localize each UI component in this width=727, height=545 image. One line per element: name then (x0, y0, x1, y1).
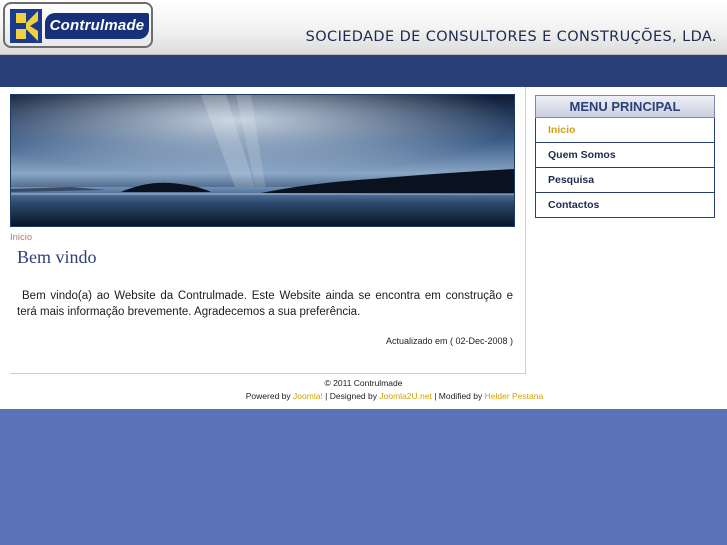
main-menu: MENU PRINCIPAL Inicio Quem Somos Pesquis… (535, 95, 715, 218)
logo-wordmark: Contrulmade (45, 13, 149, 39)
company-name: SOCIEDADE DE CONSULTORES E CONSTRUÇÕES, … (305, 29, 717, 45)
page-body: Inicio Bem vindo Bem vindo(a) ao Website… (0, 87, 727, 409)
page-title: Bem vindo (17, 247, 97, 267)
breadcrumb[interactable]: Inicio (10, 232, 32, 243)
nav-band (0, 55, 727, 87)
page-background (0, 409, 727, 545)
menu-item-contactos[interactable]: Contactos (535, 193, 715, 218)
joomla2u-link[interactable]: Joomla2U.net (379, 391, 431, 401)
footer: © 2011 Contrulmade Powered by Joomla! | … (0, 377, 727, 403)
last-updated: Actualizado em ( 02-Dec-2008 ) (385, 336, 513, 346)
site-header: Contrulmade SOCIEDADE DE CONSULTORES E C… (0, 0, 727, 55)
modified-by-label: | Modified by (434, 391, 483, 401)
logo-mark-icon (10, 9, 42, 43)
footer-copyright: © 2011 Contrulmade (324, 378, 403, 388)
powered-by-label: Powered by (245, 391, 291, 401)
menu-item-pesquisa[interactable]: Pesquisa (535, 168, 715, 193)
welcome-text: Bem vindo(a) ao Website da Contrulmade. … (17, 290, 513, 318)
designed-by-label: | Designed by (325, 391, 377, 401)
menu-header: MENU PRINCIPAL (535, 95, 715, 118)
helder-pestana-link[interactable]: Helder Pestana (485, 391, 544, 401)
site-logo[interactable]: Contrulmade (3, 2, 153, 48)
menu-item-quem-somos[interactable]: Quem Somos (535, 143, 715, 168)
banner-image (10, 94, 515, 227)
footer-credits: Powered by Joomla! | Designed by Joomla2… (0, 390, 727, 403)
joomla-link[interactable]: Joomla! (293, 391, 323, 401)
menu-item-inicio[interactable]: Inicio (535, 118, 715, 143)
main-content: Inicio Bem vindo Bem vindo(a) ao Website… (10, 87, 526, 374)
